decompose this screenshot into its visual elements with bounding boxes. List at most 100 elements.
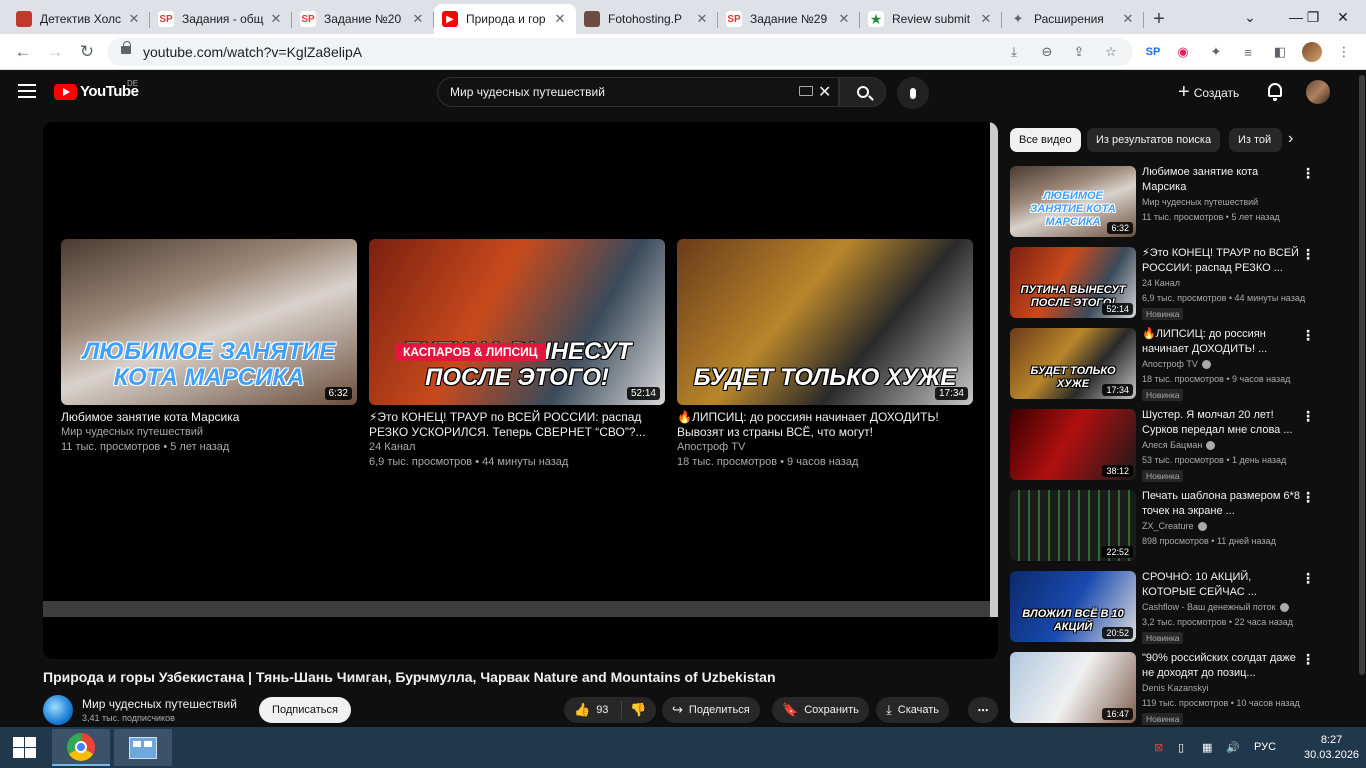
- search-input[interactable]: Мир чудесных путешествий: [437, 77, 839, 107]
- video-thumbnail[interactable]: Любимое занятие кота Марсика 6:32: [61, 239, 357, 405]
- download-button[interactable]: ⤓ Скачать: [876, 697, 949, 723]
- colorful-extension-icon[interactable]: ◉: [1173, 42, 1193, 62]
- tab-close-icon[interactable]: ✕: [268, 11, 284, 27]
- related-thumbnail[interactable]: ПУТИНА ВЫНЕСУТ ПОСЛЕ ЭТОГО! 52:14: [1010, 247, 1136, 318]
- more-options-icon[interactable]: ⋮: [1301, 490, 1315, 504]
- related-title[interactable]: ⚡Это КОНЕЦ! ТРАУР по ВСЕЙ РОССИИ: распад…: [1142, 246, 1302, 276]
- related-channel[interactable]: ZX_Creature: [1142, 521, 1207, 532]
- player-progress-bar[interactable]: [43, 601, 991, 617]
- reload-button[interactable]: ↻: [74, 39, 100, 65]
- keyboard-icon[interactable]: [799, 86, 813, 96]
- forward-button[interactable]: →: [42, 39, 68, 65]
- video-thumbnail[interactable]: ПУТИНА ВЫНЕСУТ ПОСЛЕ ЭТОГО!КАСПАРОВ & ЛИ…: [369, 239, 665, 405]
- network-error-icon[interactable]: ⊠: [1154, 741, 1163, 754]
- related-title[interactable]: Любимое занятие кота Марсика: [1142, 165, 1302, 195]
- language-indicator[interactable]: РУС: [1254, 741, 1276, 753]
- endscreen-video-card[interactable]: ПУТИНА ВЫНЕСУТ ПОСЛЕ ЭТОГО!КАСПАРОВ & ЛИ…: [369, 239, 666, 470]
- share-button[interactable]: ↪ Поделиться: [662, 697, 760, 723]
- install-icon[interactable]: ⤓: [1006, 44, 1022, 60]
- tab-close-icon[interactable]: ✕: [410, 11, 426, 27]
- browser-tab[interactable]: Детектив Холс ✕: [8, 4, 150, 34]
- window-close-button[interactable]: ✕: [1320, 0, 1366, 34]
- related-thumbnail[interactable]: Любимое занятие кота Марсика 6:32: [1010, 166, 1136, 237]
- channel-name[interactable]: Мир чудесных путешествий: [82, 697, 237, 711]
- related-title[interactable]: Печать шаблона размером 6*8 точек на экр…: [1142, 489, 1302, 519]
- tab-close-icon[interactable]: ✕: [694, 11, 710, 27]
- related-title[interactable]: Шустер. Я молчал 20 лет! Сурков передал …: [1142, 408, 1302, 438]
- related-channel[interactable]: Мир чудесных путешествий: [1142, 197, 1258, 207]
- chip-from-search[interactable]: Из результатов поиска: [1087, 128, 1221, 152]
- like-button[interactable]: 👍 93: [564, 701, 622, 719]
- more-options-icon[interactable]: ⋮: [1301, 247, 1315, 261]
- user-avatar[interactable]: [1306, 80, 1330, 104]
- channel-avatar[interactable]: [43, 695, 73, 725]
- endscreen-video-card[interactable]: Любимое занятие кота Марсика 6:32 Любимое…: [61, 239, 358, 455]
- related-title[interactable]: СРОЧНО: 10 АКЦИЙ, КОТОРЫЕ СЕЙЧАС ...: [1142, 570, 1302, 600]
- tab-close-icon[interactable]: ✕: [126, 11, 142, 27]
- browser-tab[interactable]: SP Задания - общ ✕: [150, 4, 292, 34]
- save-button[interactable]: 🔖 Сохранить: [772, 697, 869, 723]
- related-channel[interactable]: Denis Kazanskyi: [1142, 683, 1209, 693]
- menu-icon[interactable]: [18, 84, 36, 98]
- tab-close-icon[interactable]: ✕: [1120, 11, 1136, 27]
- video-player[interactable]: Любимое занятие кота Марсика 6:32 Любимое…: [43, 122, 998, 659]
- chip-all-videos[interactable]: Все видео: [1010, 128, 1081, 152]
- chevron-right-icon[interactable]: ›: [1288, 130, 1293, 148]
- side-panel-icon[interactable]: ◧: [1270, 42, 1290, 62]
- address-bar[interactable]: youtube.com/watch?v=KglZa8elipA ⤓ ⊖ ⇪ ☆: [107, 38, 1133, 66]
- youtube-logo[interactable]: YouTube: [54, 83, 139, 100]
- browser-tab[interactable]: SP Задание №29 ✕: [718, 4, 860, 34]
- related-thumbnail[interactable]: 22:52: [1010, 490, 1136, 561]
- dislike-button[interactable]: 👎: [622, 702, 646, 718]
- related-title[interactable]: "90% российских солдат даже не доходят д…: [1142, 651, 1302, 681]
- profile-avatar[interactable]: [1302, 42, 1322, 62]
- chip-from-channel[interactable]: Из той: [1229, 128, 1282, 152]
- network-icon[interactable]: ▦: [1202, 741, 1212, 754]
- voice-search-button[interactable]: [897, 77, 929, 109]
- more-options-icon[interactable]: ⋮: [1301, 652, 1315, 666]
- zoom-icon[interactable]: ⊖: [1039, 44, 1055, 60]
- browser-tab[interactable]: ▶ Природа и гор ✕: [434, 4, 576, 34]
- related-video-item[interactable]: БУДЕТ ТОЛЬКО ХУЖЕ 17:34 🔥ЛИПСИЦ: до росси…: [1010, 328, 1358, 404]
- related-video-item[interactable]: 38:12 Шустер. Я молчал 20 лет! Сурков пе…: [1010, 409, 1358, 485]
- video-card-channel[interactable]: Апостроф TV: [677, 440, 974, 455]
- related-thumbnail[interactable]: ВЛОЖИЛ ВСЁ В 10 АКЦИЙ 20:52: [1010, 571, 1136, 642]
- taskbar-chrome[interactable]: [52, 729, 110, 766]
- related-channel[interactable]: 24 Канал: [1142, 278, 1180, 288]
- related-channel[interactable]: Апостроф TV: [1142, 359, 1211, 370]
- sp-extension-icon[interactable]: SP: [1143, 42, 1163, 62]
- volume-icon[interactable]: 🔊: [1226, 741, 1240, 754]
- more-options-icon[interactable]: ⋮: [1301, 166, 1315, 180]
- related-thumbnail[interactable]: 16:47: [1010, 652, 1136, 723]
- related-video-item[interactable]: Любимое занятие кота Марсика 6:32 Любимое…: [1010, 166, 1358, 242]
- related-video-item[interactable]: 16:47 "90% российских солдат даже не дох…: [1010, 652, 1358, 727]
- taskbar-control-panel[interactable]: [114, 729, 172, 766]
- related-channel[interactable]: Cashflow - Ваш денежный поток: [1142, 602, 1289, 613]
- more-actions-button[interactable]: ⋯: [968, 697, 998, 723]
- media-playlist-icon[interactable]: ≡: [1238, 42, 1258, 62]
- more-options-icon[interactable]: ⋮: [1301, 328, 1315, 342]
- create-button[interactable]: + Создать: [1178, 81, 1239, 104]
- video-card-channel[interactable]: 24 Канал: [369, 440, 666, 455]
- endscreen-video-card[interactable]: БУДЕТ ТОЛЬКО ХУЖЕ 17:34 🔥ЛИПСИЦ: до росси…: [677, 239, 974, 470]
- tab-close-icon[interactable]: ✕: [978, 11, 994, 27]
- video-card-title[interactable]: 🔥ЛИПСИЦ: до россиян начинает ДОХОДИТЬ! В…: [677, 410, 974, 440]
- bookmark-star-icon[interactable]: ☆: [1103, 44, 1119, 60]
- browser-tab[interactable]: Fotohosting.P ✕: [576, 4, 718, 34]
- video-card-channel[interactable]: Мир чудесных путешествий: [61, 425, 358, 440]
- related-title[interactable]: 🔥ЛИПСИЦ: до россиян начинает ДОХОДИТЬ! .…: [1142, 327, 1302, 357]
- battery-icon[interactable]: ▯: [1178, 741, 1184, 754]
- window-collapse-icon[interactable]: ⌄: [1227, 0, 1273, 34]
- video-thumbnail[interactable]: БУДЕТ ТОЛЬКО ХУЖЕ 17:34: [677, 239, 973, 405]
- video-card-title[interactable]: Любимое занятие кота Марсика: [61, 410, 358, 425]
- notifications-bell-icon[interactable]: [1268, 83, 1282, 101]
- tab-close-icon[interactable]: ✕: [552, 11, 568, 27]
- more-options-icon[interactable]: ⋮: [1301, 571, 1315, 585]
- clear-search-icon[interactable]: ✕: [818, 82, 831, 102]
- new-tab-button[interactable]: +: [1144, 4, 1174, 34]
- tab-close-icon[interactable]: ✕: [836, 11, 852, 27]
- video-card-title[interactable]: ⚡Это КОНЕЦ! ТРАУР по ВСЕЙ РОССИИ: распад…: [369, 410, 666, 440]
- browser-menu-icon[interactable]: ⋮: [1334, 42, 1354, 62]
- player-scrollbar[interactable]: [990, 122, 998, 617]
- windows-start-icon[interactable]: [13, 737, 37, 759]
